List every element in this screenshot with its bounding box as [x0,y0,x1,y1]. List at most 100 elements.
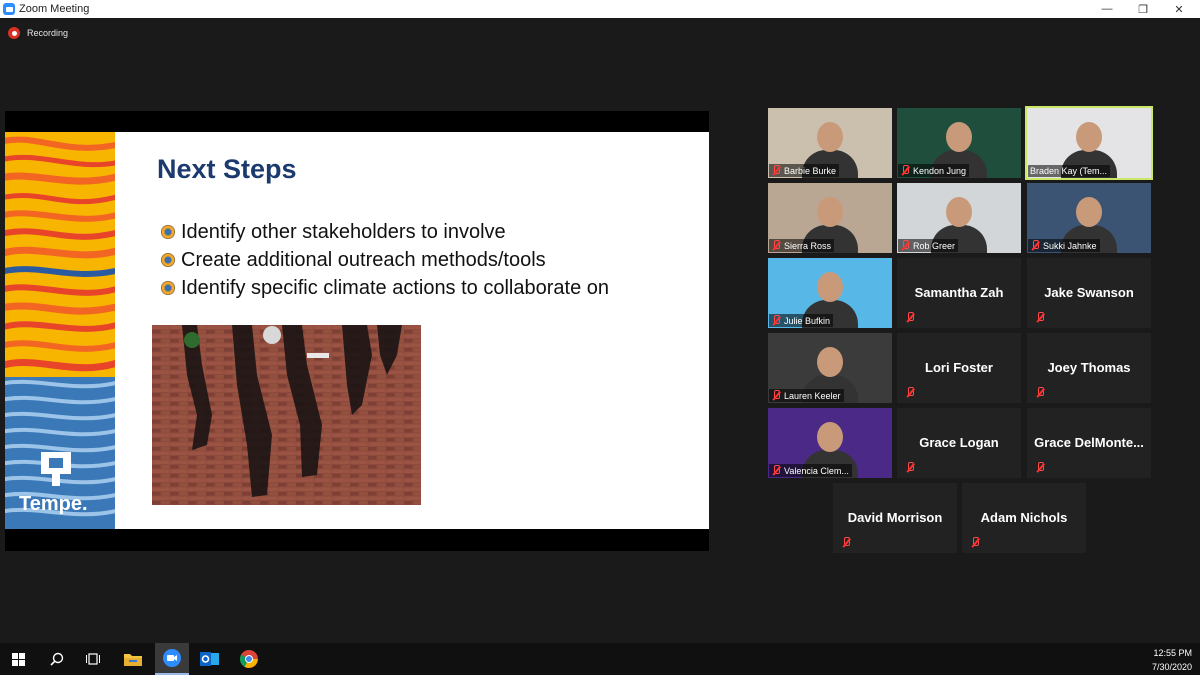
participant-name: Barbie Burke [784,165,837,176]
clock-date: 7/30/2020 [1151,662,1192,672]
participant-name-label: Rob Greer [898,239,959,252]
bullet-item: Identify specific climate actions to col… [157,274,609,302]
tempe-logo-text: Tempe. [19,493,88,515]
bullet-item: Identify other stakeholders to involve [157,218,609,246]
participant-tile[interactable]: Grace Logan [897,408,1021,478]
participant-tile[interactable]: Jake Swanson [1027,258,1151,328]
windows-start-icon[interactable] [1,643,35,675]
participant-name-label: Sierra Ross [769,239,835,252]
participant-name-label: Braden Kay (Tem... [1028,165,1111,177]
participant-tile[interactable]: Adam Nichols [962,483,1086,553]
chrome-icon[interactable] [232,643,266,675]
participant-silhouette [1076,122,1102,152]
participant-name: Samantha Zah [914,285,1004,300]
mic-muted-icon [900,240,910,251]
mic-muted-icon [771,390,781,401]
participant-name-label: Julie Bufkin [769,314,834,327]
participant-name-label: Valencia Clem... [769,464,852,477]
participant-name: Julie Bufkin [784,315,831,326]
mic-muted-icon [905,312,915,323]
recording-label: Recording [27,28,69,38]
participant-tile[interactable]: Samantha Zah [897,258,1021,328]
bullet-icon [161,253,175,267]
participant-name: Braden Kay (Tem... [1030,166,1108,176]
participant-name: Rob Greer [913,240,956,251]
participant-name-label: Kendon Jung [898,164,970,177]
slide-photo [152,325,421,505]
mic-muted-icon [841,537,851,548]
participant-tile[interactable]: Kendon Jung [897,108,1021,178]
participant-tile[interactable]: Rob Greer [897,183,1021,253]
participant-silhouette [817,122,843,152]
participant-name: Lauren Keeler [784,390,841,401]
participant-tile[interactable]: Julie Bufkin [768,258,892,328]
participant-silhouette [817,272,843,302]
window-titlebar: Zoom Meeting — ❐ ✕ [0,0,1200,18]
participant-tile[interactable]: Barbie Burke [768,108,892,178]
restore-button[interactable]: ❐ [1124,0,1162,18]
mic-muted-icon [771,465,781,476]
participant-tile[interactable]: Grace DelMonte... [1027,408,1151,478]
system-clock[interactable]: 12:55 PM 7/30/2020 [1152,646,1192,674]
bullet-item: Create additional outreach methods/tools [157,246,609,274]
record-icon [8,27,20,39]
participant-name: Lori Foster [925,360,993,375]
search-icon[interactable] [40,643,74,675]
participant-name: Grace DelMonte... [1034,435,1144,450]
mic-muted-icon [970,537,980,548]
participant-name: Sukki Jahnke [1043,240,1097,251]
bullet-icon [161,281,175,295]
participant-tile[interactable]: Lauren Keeler [768,333,892,403]
minimize-button[interactable]: — [1088,0,1126,18]
slide-bullet-list: Identify other stakeholders to involve C… [157,218,609,302]
mic-muted-icon [1030,240,1040,251]
window-title: Zoom Meeting [19,3,90,15]
participant-name: Valencia Clem... [784,465,849,476]
zoom-app-icon [3,3,15,15]
file-explorer-icon[interactable] [116,643,150,675]
participant-silhouette [946,122,972,152]
participant-tile[interactable]: Sierra Ross [768,183,892,253]
participant-tile[interactable]: Joey Thomas [1027,333,1151,403]
participant-name: Kendon Jung [913,165,967,176]
participant-tile[interactable]: Valencia Clem... [768,408,892,478]
clock-time: 12:55 PM [1153,648,1192,658]
participant-silhouette [1076,197,1102,227]
mic-muted-icon [905,387,915,398]
mic-muted-icon [771,165,781,176]
participant-tile[interactable]: Braden Kay (Tem... [1025,106,1153,180]
participant-name: Adam Nichols [980,510,1068,525]
mic-muted-icon [771,315,781,326]
recording-indicator[interactable]: Recording [8,27,68,39]
participant-name-label: Sukki Jahnke [1028,239,1100,252]
participant-silhouette [817,422,843,452]
mic-muted-icon [1035,387,1045,398]
zoom-taskbar-icon[interactable] [155,643,189,675]
participant-silhouette [946,197,972,227]
outlook-icon[interactable] [193,643,227,675]
slide-title: Next Steps [157,154,297,184]
participant-name-label: Lauren Keeler [769,389,844,402]
participant-name: Jake Swanson [1044,285,1134,300]
mic-muted-icon [771,240,781,251]
participant-tile[interactable]: Sukki Jahnke [1027,183,1151,253]
bullet-icon [161,225,175,239]
participant-name: David Morrison [847,510,943,525]
slide-decorative-stripe: Tempe. [5,132,115,529]
participant-silhouette [817,197,843,227]
participant-tile[interactable]: Lori Foster [897,333,1021,403]
mic-muted-icon [900,165,910,176]
participant-name: Sierra Ross [784,240,832,251]
mic-muted-icon [1035,312,1045,323]
participant-tile[interactable]: David Morrison [833,483,957,553]
windows-taskbar: 12:55 PM 7/30/2020 [0,643,1200,675]
participant-name: Grace Logan [919,435,999,450]
mic-muted-icon [905,462,915,473]
participant-name-label: Barbie Burke [769,164,840,177]
participant-name: Joey Thomas [1047,360,1131,375]
mic-muted-icon [1035,462,1045,473]
participant-silhouette [817,347,843,377]
close-button[interactable]: ✕ [1160,0,1198,18]
task-view-icon[interactable] [76,643,110,675]
presentation-slide: Tempe. Next Steps Identify other stakeho… [5,132,709,529]
